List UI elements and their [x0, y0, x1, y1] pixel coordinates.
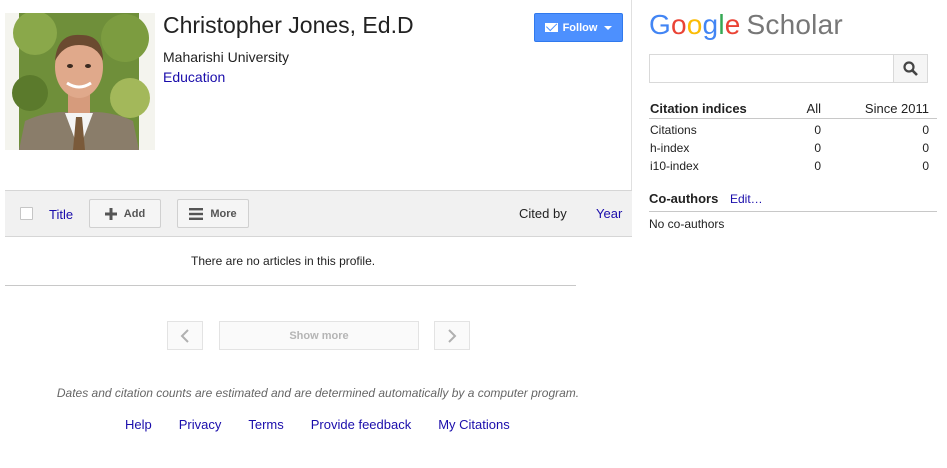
research-interest-link[interactable]: Education [163, 69, 225, 85]
chevron-left-icon [180, 328, 189, 343]
row-label: h-index [650, 141, 690, 155]
row-all-value: 0 [814, 123, 821, 137]
more-button[interactable]: More [177, 199, 249, 228]
logo-scholar: Scholar [746, 9, 843, 40]
footer-link-feedback[interactable]: Provide feedback [311, 417, 411, 432]
row-since-value: 0 [922, 123, 929, 137]
column-all-label: All [806, 101, 821, 116]
search-button[interactable] [893, 54, 928, 83]
cited-by-column-header: Cited by [519, 206, 567, 221]
search-icon [903, 61, 918, 76]
row-since-value: 0 [922, 159, 929, 173]
citation-indices-table: Citation indices All Since 2011 Citation… [649, 100, 937, 176]
citations-row: Citations 0 0 [649, 122, 937, 140]
menu-icon [189, 207, 204, 220]
i10-index-row: i10-index 0 0 [649, 158, 937, 176]
footer-links: Help Privacy Terms Provide feedback My C… [125, 417, 510, 432]
logo-google: Google [649, 9, 741, 40]
footer-link-terms[interactable]: Terms [248, 417, 283, 432]
add-button-label: Add [123, 207, 146, 220]
more-button-label: More [210, 207, 237, 220]
column-since-label: Since 2011 [864, 101, 929, 116]
plus-icon [104, 207, 117, 220]
row-all-value: 0 [814, 141, 821, 155]
articles-toolbar: Title Add More Cited by Year [5, 190, 632, 237]
coauthors-title: Co-authors [649, 191, 719, 206]
dropdown-caret-icon [604, 25, 613, 30]
profile-affiliation: Maharishi University [163, 49, 290, 65]
follow-button-label: Follow [562, 21, 598, 34]
mail-icon [544, 23, 558, 32]
next-page-button[interactable] [434, 321, 470, 350]
sort-by-year-link[interactable]: Year [596, 206, 622, 221]
disclaimer-text: Dates and citation counts are estimated … [56, 386, 580, 400]
select-all-checkbox[interactable] [20, 207, 33, 220]
profile-name: Christopher Jones, Ed.D [163, 12, 414, 38]
h-index-row: h-index 0 0 [649, 140, 937, 158]
show-more-button[interactable]: Show more [219, 321, 419, 350]
row-all-value: 0 [814, 159, 821, 173]
search-input[interactable] [649, 54, 894, 83]
articles-divider [5, 285, 576, 286]
footer-link-help[interactable]: Help [125, 417, 152, 432]
profile-photo [5, 13, 155, 150]
no-articles-message: There are no articles in this profile. [191, 254, 376, 268]
row-since-value: 0 [922, 141, 929, 155]
google-scholar-logo[interactable]: Google Scholar [649, 9, 843, 41]
follow-button[interactable]: Follow [534, 13, 623, 42]
citation-indices-title: Citation indices [650, 101, 747, 116]
sort-by-title-link[interactable]: Title [49, 207, 73, 222]
row-label: Citations [650, 123, 697, 137]
previous-page-button[interactable] [167, 321, 203, 350]
footer-link-privacy[interactable]: Privacy [179, 417, 222, 432]
chevron-right-icon [448, 328, 457, 343]
footer-link-my-citations[interactable]: My Citations [438, 417, 510, 432]
row-label: i10-index [650, 159, 699, 173]
citation-indices-header: Citation indices All Since 2011 [649, 100, 937, 119]
coauthors-header: Co-authors Edit… [649, 191, 937, 212]
coauthors-edit-link[interactable]: Edit… [730, 192, 763, 206]
no-coauthors-message: No co-authors [649, 217, 725, 231]
add-button[interactable]: Add [89, 199, 161, 228]
